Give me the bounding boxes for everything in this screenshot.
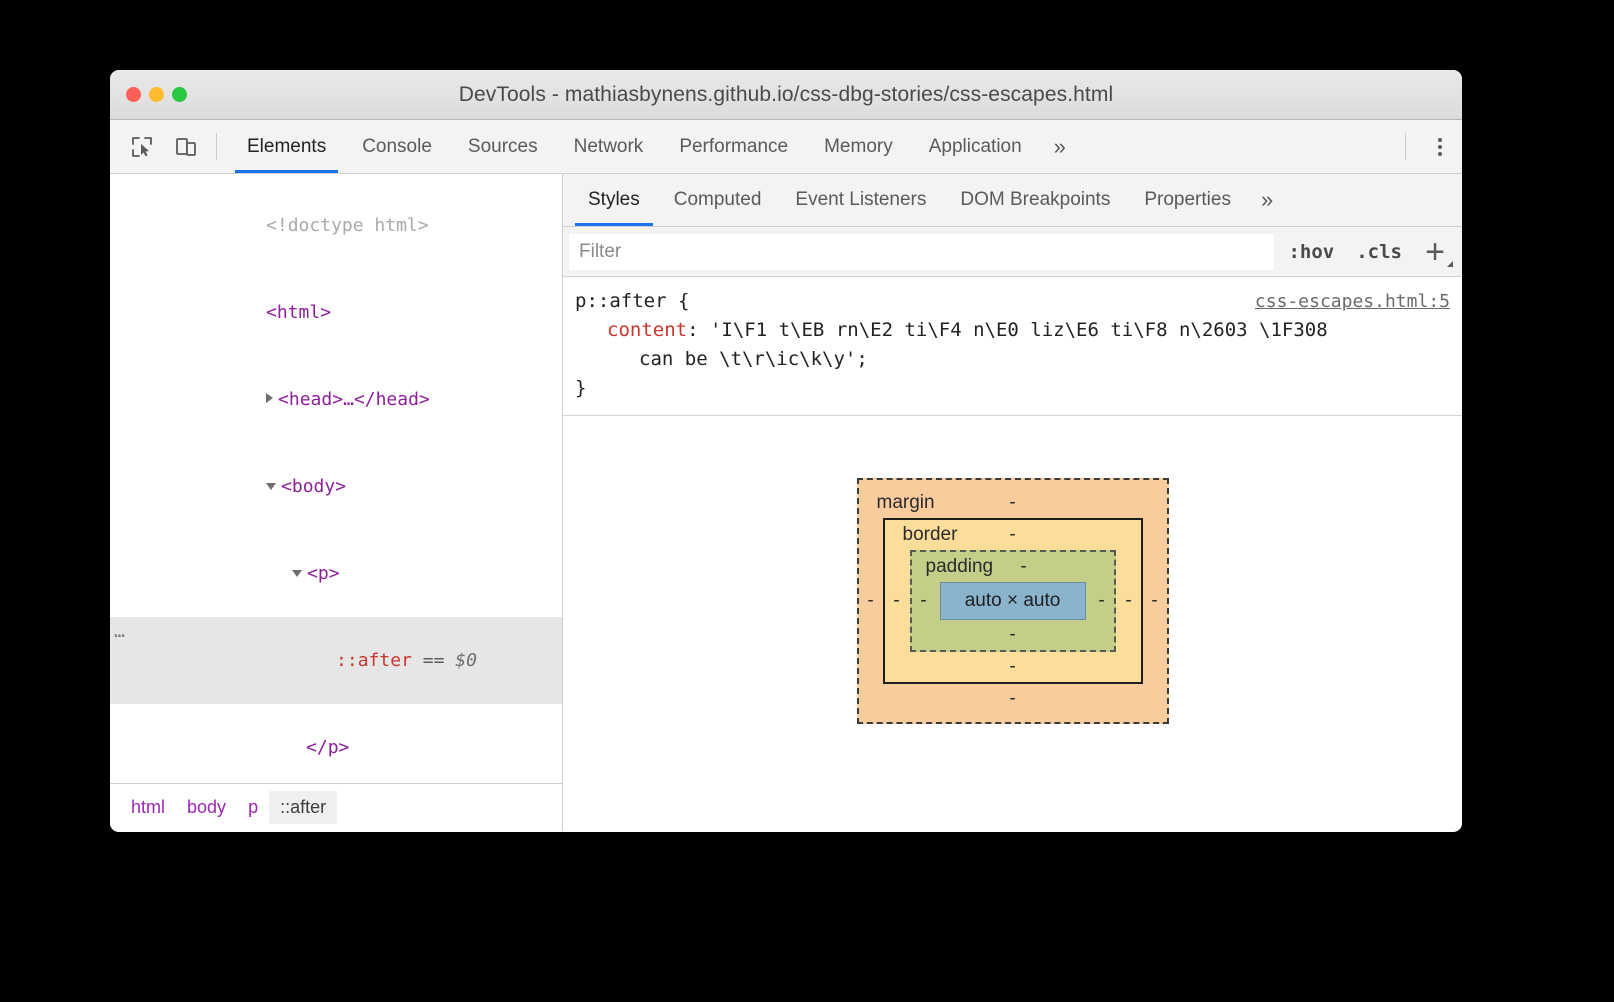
dom-line-body-open[interactable]: <body> — [110, 443, 562, 530]
box-model-content[interactable]: auto × auto — [939, 582, 1086, 620]
box-model-margin-label: margin — [876, 492, 935, 513]
box-model-border-top-row: border - — [885, 520, 1141, 550]
chevron-down-icon[interactable] — [292, 570, 303, 577]
toolbar-right-group — [1393, 120, 1462, 173]
dom-tree[interactable]: <!doctype html> <html> <head>…</head> <b… — [110, 174, 562, 783]
devtools-body: <!doctype html> <html> <head>…</head> <b… — [110, 174, 1462, 831]
elements-pane: <!doctype html> <html> <head>…</head> <b… — [110, 174, 563, 831]
toolbar-divider-right — [1405, 133, 1406, 160]
box-model-margin-bottom[interactable]: - — [1009, 688, 1015, 709]
box-model-margin-middle-row: - border - - padding - - auto × auto - -… — [859, 518, 1167, 684]
breadcrumb-item-body[interactable]: body — [176, 791, 237, 824]
inspect-element-icon[interactable] — [124, 129, 160, 165]
panel-tabs: Elements Console Sources Network Perform… — [229, 120, 1080, 173]
css-rule-header: p::after { css-escapes.html:5 — [575, 287, 1450, 316]
css-rule-p-after[interactable]: p::after { css-escapes.html:5 content: '… — [563, 277, 1462, 416]
breadcrumb-item-p[interactable]: p — [237, 791, 269, 824]
tab-console[interactable]: Console — [344, 120, 450, 173]
css-property-value-line2-wrap: can be \t\r\ic\k\y'; — [575, 345, 1450, 374]
box-model-margin-left[interactable]: - — [859, 590, 883, 612]
tab-event-listeners[interactable]: Event Listeners — [778, 174, 943, 226]
minimize-window-button[interactable] — [149, 87, 164, 102]
tab-dom-breakpoints[interactable]: DOM Breakpoints — [943, 174, 1127, 226]
devtools-main-toolbar: Elements Console Sources Network Perform… — [110, 120, 1462, 174]
dom-line-p-close[interactable]: </p> — [110, 704, 562, 783]
box-model-padding-top[interactable]: - — [1020, 556, 1026, 577]
box-model-margin-right[interactable]: - — [1143, 590, 1167, 612]
box-model-border[interactable]: border - - padding - - auto × auto - - -… — [882, 518, 1143, 684]
window-controls — [126, 70, 187, 119]
box-model-margin-top-row: margin - — [859, 488, 1167, 518]
box-model-border-left[interactable]: - — [885, 590, 909, 612]
tab-performance[interactable]: Performance — [661, 120, 806, 173]
dom-line-p-open[interactable]: <p> — [110, 530, 562, 617]
box-model-border-label: border — [902, 524, 958, 545]
css-source-link[interactable]: css-escapes.html:5 — [1255, 287, 1450, 316]
tab-sources[interactable]: Sources — [450, 120, 556, 173]
css-property-name[interactable]: content — [607, 319, 687, 341]
screenshot-stage: DevTools - mathiasbynens.github.io/css-d… — [0, 0, 1614, 1002]
box-model-border-bottom-row: - — [885, 652, 1141, 682]
tab-properties[interactable]: Properties — [1127, 174, 1248, 226]
chevron-down-icon[interactable] — [266, 483, 277, 490]
box-model-padding-bottom-row: - — [912, 620, 1114, 650]
tab-styles[interactable]: Styles — [571, 174, 657, 226]
tab-computed[interactable]: Computed — [657, 174, 779, 226]
box-model-padding-right[interactable]: - — [1090, 590, 1114, 612]
kebab-menu-icon[interactable] — [1418, 120, 1462, 174]
tab-application[interactable]: Application — [911, 120, 1040, 173]
dom-line-html-open[interactable]: <html> — [110, 269, 562, 356]
styles-filter-row: :hov .cls + — [563, 227, 1462, 277]
box-model-padding[interactable]: padding - - auto × auto - - — [909, 550, 1116, 652]
dom-line-head[interactable]: <head>…</head> — [110, 356, 562, 443]
breadcrumb: html body p ::after — [110, 783, 562, 831]
box-model-padding-middle-row: - auto × auto - — [912, 582, 1114, 620]
css-rule-close-brace: } — [575, 377, 587, 399]
css-property-value-line1[interactable]: 'I\F1 t\EB rn\E2 ti\F4 n\E0 liz\E6 ti\F8… — [710, 319, 1328, 341]
toolbar-icon-group — [124, 120, 204, 173]
styles-sidebar: Styles Computed Event Listeners DOM Brea… — [563, 174, 1462, 831]
box-model-padding-top-row: padding - — [912, 552, 1114, 582]
tab-elements[interactable]: Elements — [229, 120, 344, 173]
more-styles-tabs-icon[interactable]: » — [1248, 174, 1286, 226]
close-window-button[interactable] — [126, 87, 141, 102]
box-model-padding-label: padding — [925, 556, 994, 577]
tab-network[interactable]: Network — [556, 120, 662, 173]
box-model-margin[interactable]: margin - - border - - padding - - auto ×… — [856, 478, 1169, 724]
box-model-padding-bottom[interactable]: - — [1009, 624, 1015, 645]
breadcrumb-item-html[interactable]: html — [120, 791, 176, 824]
zoom-window-button[interactable] — [172, 87, 187, 102]
window-titlebar: DevTools - mathiasbynens.github.io/css-d… — [110, 70, 1462, 120]
styles-pane-tabs: Styles Computed Event Listeners DOM Brea… — [563, 174, 1462, 227]
box-model-border-bottom[interactable]: - — [1009, 656, 1015, 677]
box-model-border-middle-row: - padding - - auto × auto - - - — [885, 550, 1141, 652]
tab-memory[interactable]: Memory — [806, 120, 911, 173]
plus-icon[interactable]: + — [1416, 233, 1454, 271]
device-toolbar-icon[interactable] — [168, 129, 204, 165]
css-declaration-content[interactable]: content: 'I\F1 t\EB rn\E2 ti\F4 n\E0 liz… — [575, 316, 1450, 345]
hov-toggle-button[interactable]: :hov — [1280, 237, 1342, 267]
more-panels-icon[interactable]: » — [1040, 120, 1080, 173]
dom-line-doctype[interactable]: <!doctype html> — [110, 182, 562, 269]
chevron-right-icon[interactable] — [266, 393, 274, 403]
breadcrumb-item-after[interactable]: ::after — [269, 791, 338, 824]
filter-input[interactable] — [569, 233, 1275, 270]
box-model-border-top[interactable]: - — [1009, 524, 1015, 545]
box-model-border-right[interactable]: - — [1117, 590, 1141, 612]
devtools-window: DevTools - mathiasbynens.github.io/css-d… — [110, 70, 1462, 832]
box-model-diagram: margin - - border - - padding - - auto ×… — [563, 416, 1462, 831]
dom-line-after-pseudo[interactable]: …::after == $0 — [110, 617, 562, 704]
window-title: DevTools - mathiasbynens.github.io/css-d… — [458, 82, 1114, 106]
css-property-value-line2[interactable]: can be \t\r\ic\k\y'; — [639, 348, 868, 370]
expand-ellipsis-icon[interactable]: … — [114, 617, 126, 646]
box-model-margin-bottom-row: - — [859, 684, 1167, 714]
toolbar-divider — [216, 133, 217, 160]
cls-toggle-button[interactable]: .cls — [1348, 237, 1410, 267]
box-model-margin-top[interactable]: - — [1009, 492, 1015, 513]
box-model-padding-left[interactable]: - — [912, 590, 936, 612]
css-selector[interactable]: p::after { — [575, 287, 689, 316]
